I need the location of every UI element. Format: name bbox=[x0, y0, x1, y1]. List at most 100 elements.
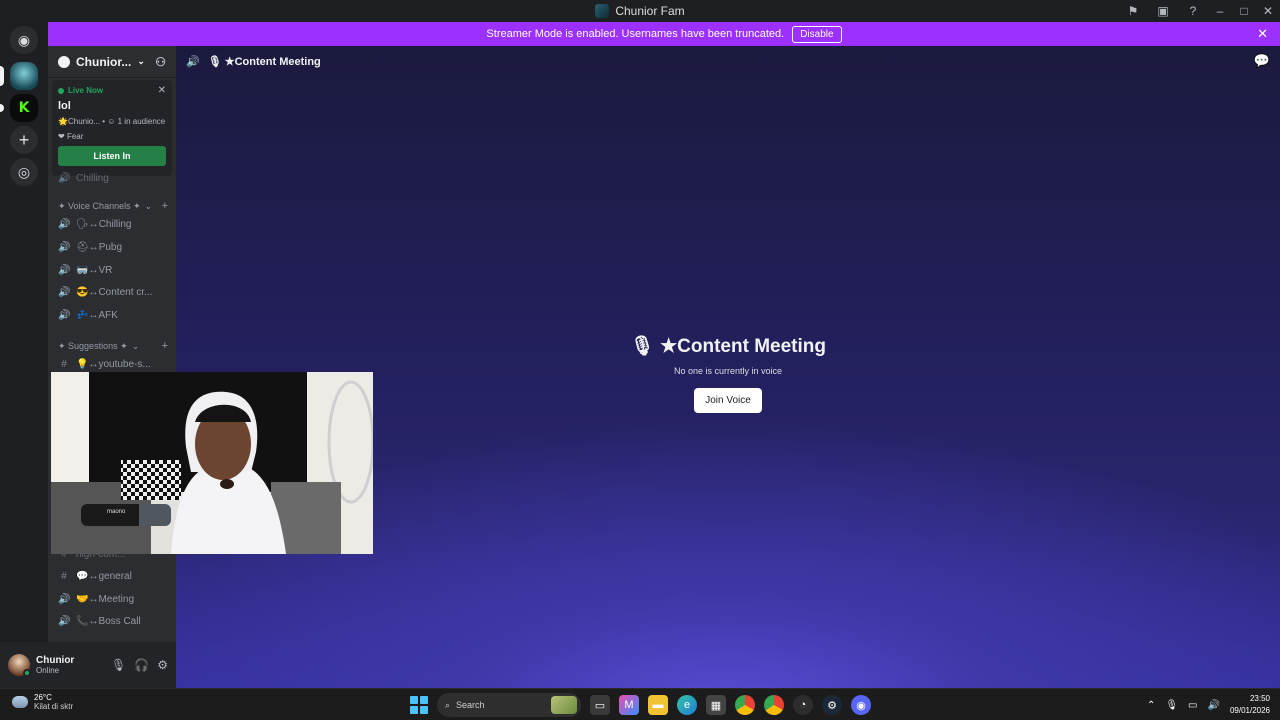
server-kick[interactable]: K bbox=[10, 94, 38, 122]
webcam-overlay[interactable]: maono bbox=[51, 372, 373, 554]
discord-home-icon[interactable]: ◉ bbox=[10, 26, 38, 54]
speaker-icon: 🔊 bbox=[58, 309, 71, 321]
window-titlebar: Chunior Fam ⚑ ▣ ? – □ ✕ bbox=[0, 0, 1280, 22]
add-server-icon[interactable]: + bbox=[10, 126, 38, 154]
windows-start-icon[interactable] bbox=[410, 696, 428, 714]
live-badge: Live Now ✕ bbox=[58, 85, 166, 96]
channel-label: 📞↔Boss Call bbox=[76, 615, 141, 627]
server-chunior-fam[interactable] bbox=[10, 62, 38, 90]
file-explorer-icon[interactable]: ▬ bbox=[648, 695, 668, 715]
discord-taskbar-icon[interactable]: ◉ bbox=[851, 695, 871, 715]
clock-time: 23:50 bbox=[1249, 694, 1270, 703]
banner-text: Streamer Mode is enabled. Usernames have… bbox=[486, 28, 785, 40]
steam-icon[interactable]: ⚙ bbox=[822, 695, 842, 715]
server-name: Chunior... bbox=[76, 54, 132, 69]
channel-afk[interactable]: 🔊 💤↔AFK bbox=[58, 305, 172, 325]
channel-label: 💬↔general bbox=[76, 570, 132, 582]
channel-boss-call[interactable]: 🔊 📞↔Boss Call bbox=[58, 611, 172, 631]
microphone-icon[interactable]: 🎙 bbox=[111, 658, 126, 672]
speaker-icon: 🔊 bbox=[58, 264, 71, 276]
channel-youtube-suggestions[interactable]: # 💡↔youtube-s... bbox=[58, 354, 172, 374]
chrome-icon[interactable] bbox=[735, 695, 755, 715]
voice-channel-view: 🔊 🎙 ★Content Meeting 💬 🎙 ★Content Meetin… bbox=[176, 46, 1280, 688]
invite-icon[interactable]: ⚇ bbox=[155, 55, 166, 69]
chevron-up-icon[interactable]: ⌃ bbox=[1147, 700, 1155, 711]
close-window-icon[interactable]: ✕ bbox=[1256, 0, 1280, 22]
channel-general[interactable]: # 💬↔general bbox=[58, 566, 172, 586]
add-channel-icon[interactable]: + bbox=[162, 340, 168, 352]
clock-date: 09/01/2026 bbox=[1229, 706, 1270, 715]
gear-icon[interactable]: ⚙ bbox=[157, 658, 168, 672]
speaker-icon: 🔊 bbox=[58, 218, 71, 230]
join-voice-button[interactable]: Join Voice bbox=[694, 388, 762, 413]
speaker-icon: 🔊 bbox=[58, 615, 71, 627]
disable-button[interactable]: Disable bbox=[792, 25, 842, 43]
live-title: lol bbox=[58, 100, 71, 112]
channel-meeting[interactable]: 🔊 🤝↔Meeting bbox=[58, 589, 172, 609]
clock[interactable]: 23:50 09/01/2026 bbox=[1230, 693, 1270, 717]
avatar[interactable] bbox=[8, 654, 31, 677]
voice-title: 🎙 ★Content Meeting bbox=[630, 334, 826, 358]
channel-content-creation[interactable]: 🔊 😎↔Content cr... bbox=[58, 282, 172, 302]
voice-subtitle: No one is currently in voice bbox=[673, 366, 783, 376]
flag-icon[interactable]: ⚑ bbox=[1118, 0, 1148, 22]
chrome-profile-icon[interactable] bbox=[764, 695, 784, 715]
edge-icon[interactable]: e bbox=[677, 695, 697, 715]
server-thumbnail bbox=[595, 4, 610, 18]
weather-widget[interactable]: 26°C Kilat di sktr bbox=[12, 693, 73, 711]
voice-title-text: ★Content Meeting bbox=[660, 335, 826, 357]
search-highlight-image bbox=[551, 696, 577, 714]
speaker-icon: 🔊 bbox=[58, 593, 71, 605]
channel-label: Chilling bbox=[76, 172, 109, 184]
github-icon[interactable]: ◔ bbox=[793, 695, 813, 715]
channel-vr[interactable]: 🔊 🥽↔VR bbox=[58, 260, 172, 280]
close-icon[interactable]: ✕ bbox=[158, 85, 166, 96]
hash-icon: # bbox=[61, 358, 67, 370]
server-header[interactable]: Chunior... ⌄ ⚇ bbox=[48, 46, 176, 78]
windows-taskbar: 26°C Kilat di sktr ⌕ Search ▭ M ▬ e ▦ ◔ … bbox=[0, 688, 1280, 720]
add-channel-icon[interactable]: + bbox=[162, 200, 168, 212]
microphone-tray-icon[interactable]: 🎙 bbox=[1165, 700, 1178, 711]
titlebar-actions: ⚑ ▣ ? – □ ✕ bbox=[1118, 0, 1280, 22]
channel-label: 🗣↔Chilling bbox=[76, 218, 132, 230]
weather-temp: 26°C bbox=[34, 693, 52, 702]
listen-in-button[interactable]: Listen In bbox=[58, 146, 166, 166]
minimize-icon[interactable]: – bbox=[1208, 0, 1232, 22]
user-info[interactable]: Chunior Online bbox=[36, 655, 74, 675]
network-icon[interactable]: ▭ bbox=[1188, 700, 1197, 711]
explore-icon[interactable]: ◎ bbox=[10, 158, 38, 186]
close-icon[interactable]: ✕ bbox=[1257, 26, 1268, 42]
chevron-down-icon: ⌄ bbox=[131, 340, 140, 351]
window-title-text: Chunior Fam bbox=[615, 4, 685, 18]
taskbar-search[interactable]: ⌕ Search bbox=[437, 693, 581, 717]
help-icon[interactable]: ? bbox=[1178, 0, 1208, 22]
server-list: ◉ K + ◎ bbox=[0, 22, 48, 688]
channel-header: 🔊 🎙 ★Content Meeting 💬 bbox=[176, 46, 1280, 76]
speaker-icon: 🔊 bbox=[58, 172, 71, 184]
store-icon[interactable]: ▦ bbox=[706, 695, 726, 715]
channel-pubg[interactable]: 🔊 ⛑↔Pubg bbox=[58, 237, 172, 257]
channel-label: 🤝↔Meeting bbox=[76, 593, 135, 605]
chat-icon[interactable]: 💬 bbox=[1254, 53, 1270, 69]
live-host-name: Fear bbox=[66, 132, 84, 141]
task-view-icon[interactable]: ▭ bbox=[590, 695, 610, 715]
user-status: Online bbox=[36, 666, 60, 675]
category-voice-channels[interactable]: ✦ Voice Channels ✦ ⌄ + bbox=[58, 200, 168, 212]
live-badge-text: Live Now bbox=[68, 86, 104, 95]
channel-partial[interactable]: 🔊 Chilling bbox=[58, 168, 172, 188]
speaker-icon: 🔊 bbox=[58, 286, 71, 298]
volume-icon[interactable]: 🔊 bbox=[1208, 700, 1220, 711]
channel-label: 💤↔AFK bbox=[76, 309, 118, 321]
maximize-icon[interactable]: □ bbox=[1232, 0, 1256, 22]
category-suggestions[interactable]: ✦ Suggestions ✦ ⌄ + bbox=[58, 340, 168, 352]
m365-icon[interactable]: M bbox=[619, 695, 639, 715]
selected-server-pill bbox=[0, 66, 4, 86]
inbox-icon[interactable]: ▣ bbox=[1148, 0, 1178, 22]
server-icon bbox=[58, 55, 70, 68]
headphones-icon[interactable]: 🎧 bbox=[134, 658, 149, 672]
weather-desc: Kilat di sktr bbox=[34, 702, 74, 711]
channel-title: 🎙 ★Content Meeting bbox=[207, 55, 321, 68]
live-host: ❤ Fear bbox=[58, 132, 84, 141]
channel-label: 😎↔Content cr... bbox=[76, 286, 153, 298]
channel-chilling[interactable]: 🔊 🗣↔Chilling bbox=[58, 214, 172, 234]
